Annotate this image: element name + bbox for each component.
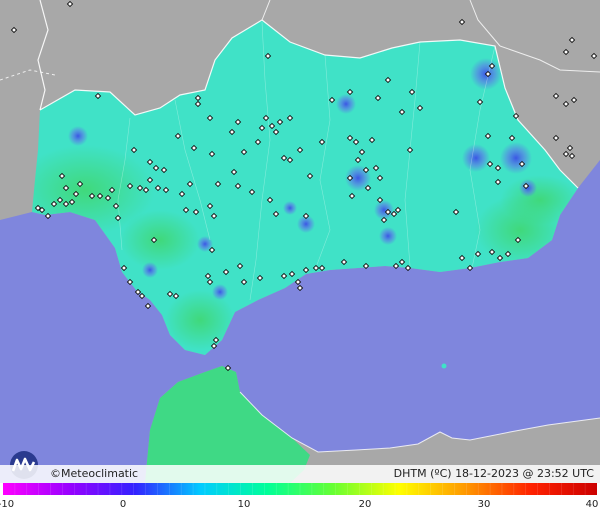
warm-patch bbox=[120, 210, 200, 270]
variable-timestamp: DHTM (ºC) 18-12-2023 @ 23:52 UTC bbox=[393, 467, 594, 480]
island bbox=[441, 363, 447, 369]
map-svg bbox=[0, 0, 600, 483]
cold-spot bbox=[379, 227, 397, 245]
scale-tick: 20 bbox=[358, 499, 372, 510]
colorbar bbox=[3, 483, 597, 495]
cold-spot bbox=[68, 126, 88, 146]
scale-tick: 0 bbox=[119, 499, 127, 510]
copyright-credit: ©Meteoclimatic bbox=[50, 467, 139, 480]
map-view[interactable] bbox=[0, 0, 600, 483]
scale-tick: 30 bbox=[477, 499, 491, 510]
cold-spot bbox=[142, 262, 158, 278]
cold-spot bbox=[283, 201, 297, 215]
cold-spot bbox=[462, 144, 490, 172]
credit-text: Meteoclimatic bbox=[61, 467, 139, 480]
cold-spot bbox=[519, 179, 537, 197]
map-footer: ©Meteoclimatic DHTM (ºC) 18-12-2023 @ 23… bbox=[0, 465, 600, 483]
cold-spot bbox=[336, 94, 356, 114]
color-scale: -10 0 10 20 30 40 bbox=[0, 483, 600, 517]
cold-spot bbox=[500, 142, 532, 174]
scale-tick: 40 bbox=[585, 499, 599, 510]
scale-tick: -10 bbox=[0, 499, 15, 510]
cold-spot bbox=[212, 284, 228, 300]
scale-tick: 10 bbox=[237, 499, 251, 510]
